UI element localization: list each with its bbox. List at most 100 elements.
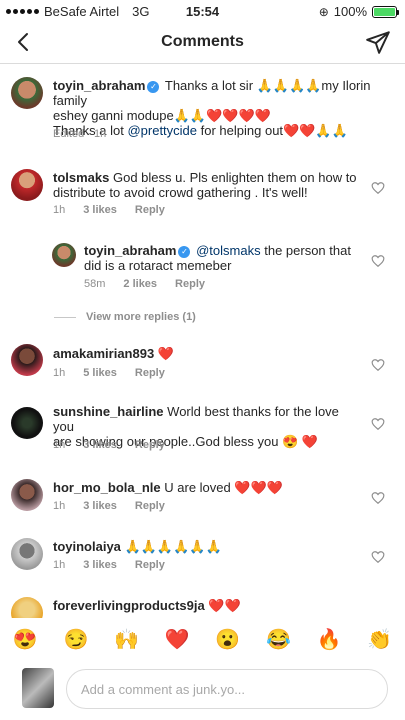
verified-badge-icon: ✓ (147, 80, 160, 93)
comment-likes[interactable]: 5 likes (83, 367, 117, 379)
comment-line1: 🙏🙏🙏🙏🙏🙏 (124, 539, 222, 554)
comment: tolsmaks God bless u. Pls enlighten them… (0, 164, 405, 224)
reply-button[interactable]: Reply (135, 204, 165, 216)
comment-meta: 1h 5 likes Reply (53, 367, 165, 379)
caption: toyin_abraham ✓ Thanks a lot sir 🙏🙏🙏🙏my I… (0, 72, 405, 144)
comment-input[interactable] (66, 669, 388, 709)
comment-meta: 1h 3 likes Reply (53, 500, 165, 512)
like-heart-icon[interactable] (371, 254, 385, 268)
reply-button[interactable]: Reply (135, 367, 165, 379)
reply-line2: did is a rotaract memeber (84, 258, 232, 273)
comment-input-bar (0, 660, 405, 720)
caption-username[interactable]: toyin_abraham (53, 78, 145, 93)
comment-time: 1h (53, 204, 66, 216)
comment-username[interactable]: hor_mo_bola_nle (53, 480, 161, 495)
reply-button[interactable]: Reply (135, 439, 165, 451)
battery-icon (372, 5, 399, 18)
avatar[interactable] (11, 479, 43, 511)
like-heart-icon[interactable] (371, 181, 385, 195)
comment-text: hor_mo_bola_nle U are loved ❤️❤️❤️ (53, 480, 353, 495)
comment-username[interactable]: toyinolaiya (53, 539, 121, 554)
reply-time: 58m (84, 278, 106, 290)
divider (54, 316, 76, 318)
caption-line2: eshey ganni modupe🙏🙏❤️❤️❤️❤️ (53, 108, 271, 123)
comment: foreverlivingproducts9ja ❤️❤️ (0, 592, 405, 618)
comment-username[interactable]: sunshine_hairline (53, 404, 164, 419)
avatar (22, 668, 54, 708)
comment-username[interactable]: amakamirian893 (53, 346, 154, 361)
emoji-smirk[interactable]: 😏 (61, 627, 91, 652)
battery-fill (374, 7, 395, 16)
comment-username[interactable]: foreverlivingproducts9ja (53, 598, 205, 613)
comment-meta: 1h 3 likes Reply (53, 439, 165, 451)
reply-comment: toyin_abraham ✓ @tolsmaks the person that… (0, 236, 405, 296)
comment-likes[interactable]: 3 likes (83, 559, 117, 571)
reply-likes[interactable]: 2 likes (123, 278, 157, 290)
like-heart-icon[interactable] (371, 550, 385, 564)
view-more-replies-label[interactable]: View more replies (1) (86, 311, 196, 323)
reply-button[interactable]: Reply (135, 500, 165, 512)
comment-meta: 1h 3 likes Reply (53, 559, 165, 571)
like-heart-icon[interactable] (371, 417, 385, 431)
comment-time: 1h (53, 367, 66, 379)
reply-username[interactable]: toyin_abraham (84, 243, 176, 258)
rotation-lock-icon: ⊕ (318, 4, 329, 19)
emoji-fire[interactable]: 🔥 (314, 627, 344, 652)
avatar[interactable] (11, 407, 43, 439)
emoji-quick-bar: 😍 😏 🙌 ❤️ 😮 😂 🔥 👏 (0, 620, 405, 658)
battery-percentage: 100% (333, 4, 367, 19)
view-more-replies[interactable]: View more replies (1) (54, 311, 196, 323)
emoji-red-heart[interactable]: ❤️ (162, 627, 192, 652)
comment-line2: distribute to avoid crowd gathering . It… (53, 185, 308, 200)
comment-text: toyinolaiya 🙏🙏🙏🙏🙏🙏 (53, 539, 353, 554)
emoji-tears-of-joy[interactable]: 😂 (263, 627, 293, 652)
comment-likes[interactable]: 3 likes (83, 439, 117, 451)
comment-username[interactable]: tolsmaks (53, 170, 109, 185)
comment-time: 1h (53, 500, 66, 512)
caption-meta: Edited · 1h (53, 128, 106, 140)
comment: toyinolaiya 🙏🙏🙏🙏🙏🙏 1h 3 likes Reply (0, 533, 405, 581)
avatar[interactable] (52, 243, 76, 267)
emoji-surprised[interactable]: 😮 (213, 627, 243, 652)
avatar[interactable] (11, 597, 43, 618)
comment-line1: ❤️ (157, 346, 174, 361)
nav-bar: Comments (0, 22, 405, 64)
emoji-heart-eyes[interactable]: 😍 (10, 627, 40, 652)
reply-button[interactable]: Reply (135, 559, 165, 571)
caption-edited: Edited · 1h (53, 128, 107, 140)
avatar[interactable] (11, 77, 43, 109)
reply-text: toyin_abraham ✓ @tolsmaks the person that… (84, 243, 364, 273)
paper-plane-icon[interactable] (365, 29, 391, 55)
comment-likes[interactable]: 3 likes (83, 204, 117, 216)
reply-mention[interactable]: @tolsmaks (196, 243, 261, 258)
comment: hor_mo_bola_nle U are loved ❤️❤️❤️ 1h 3 … (0, 474, 405, 522)
comment-line1: God bless u. Pls enlighten them on how t… (113, 170, 357, 185)
caption-mention[interactable]: @prettycide (127, 123, 197, 138)
reply-meta: 58m 2 likes Reply (84, 278, 205, 290)
reply-line1: the person that (264, 243, 351, 258)
status-right: ⊕ 100% (318, 4, 399, 19)
emoji-raised-hands[interactable]: 🙌 (112, 627, 142, 652)
like-heart-icon[interactable] (371, 358, 385, 372)
status-bar: BeSafe Airtel 3G 15:54 ⊕ 100% (0, 0, 405, 22)
comment-time: 1h (53, 559, 66, 571)
comment-time: 1h (53, 439, 66, 451)
comment-meta: 1h 3 likes Reply (53, 204, 165, 216)
avatar[interactable] (11, 344, 43, 376)
comment-text: foreverlivingproducts9ja ❤️❤️ (53, 598, 353, 613)
avatar[interactable] (11, 169, 43, 201)
emoji-clap[interactable]: 👏 (365, 627, 395, 652)
caption-line3-post: for helping out❤️❤️🙏🙏 (200, 123, 348, 138)
verified-badge-icon: ✓ (178, 245, 191, 258)
like-heart-icon[interactable] (371, 491, 385, 505)
comment-line1: U are loved ❤️❤️❤️ (164, 480, 283, 495)
comment-text: tolsmaks God bless u. Pls enlighten them… (53, 170, 373, 200)
comment-line1: ❤️❤️ (208, 598, 241, 613)
comment-text: amakamirian893 ❤️ (53, 346, 353, 361)
comment: sunshine_hairline World best thanks for … (0, 398, 405, 458)
comment-likes[interactable]: 3 likes (83, 500, 117, 512)
reply-button[interactable]: Reply (175, 278, 205, 290)
page-title: Comments (161, 33, 244, 50)
comment: amakamirian893 ❤️ 1h 5 likes Reply (0, 340, 405, 388)
avatar[interactable] (11, 538, 43, 570)
